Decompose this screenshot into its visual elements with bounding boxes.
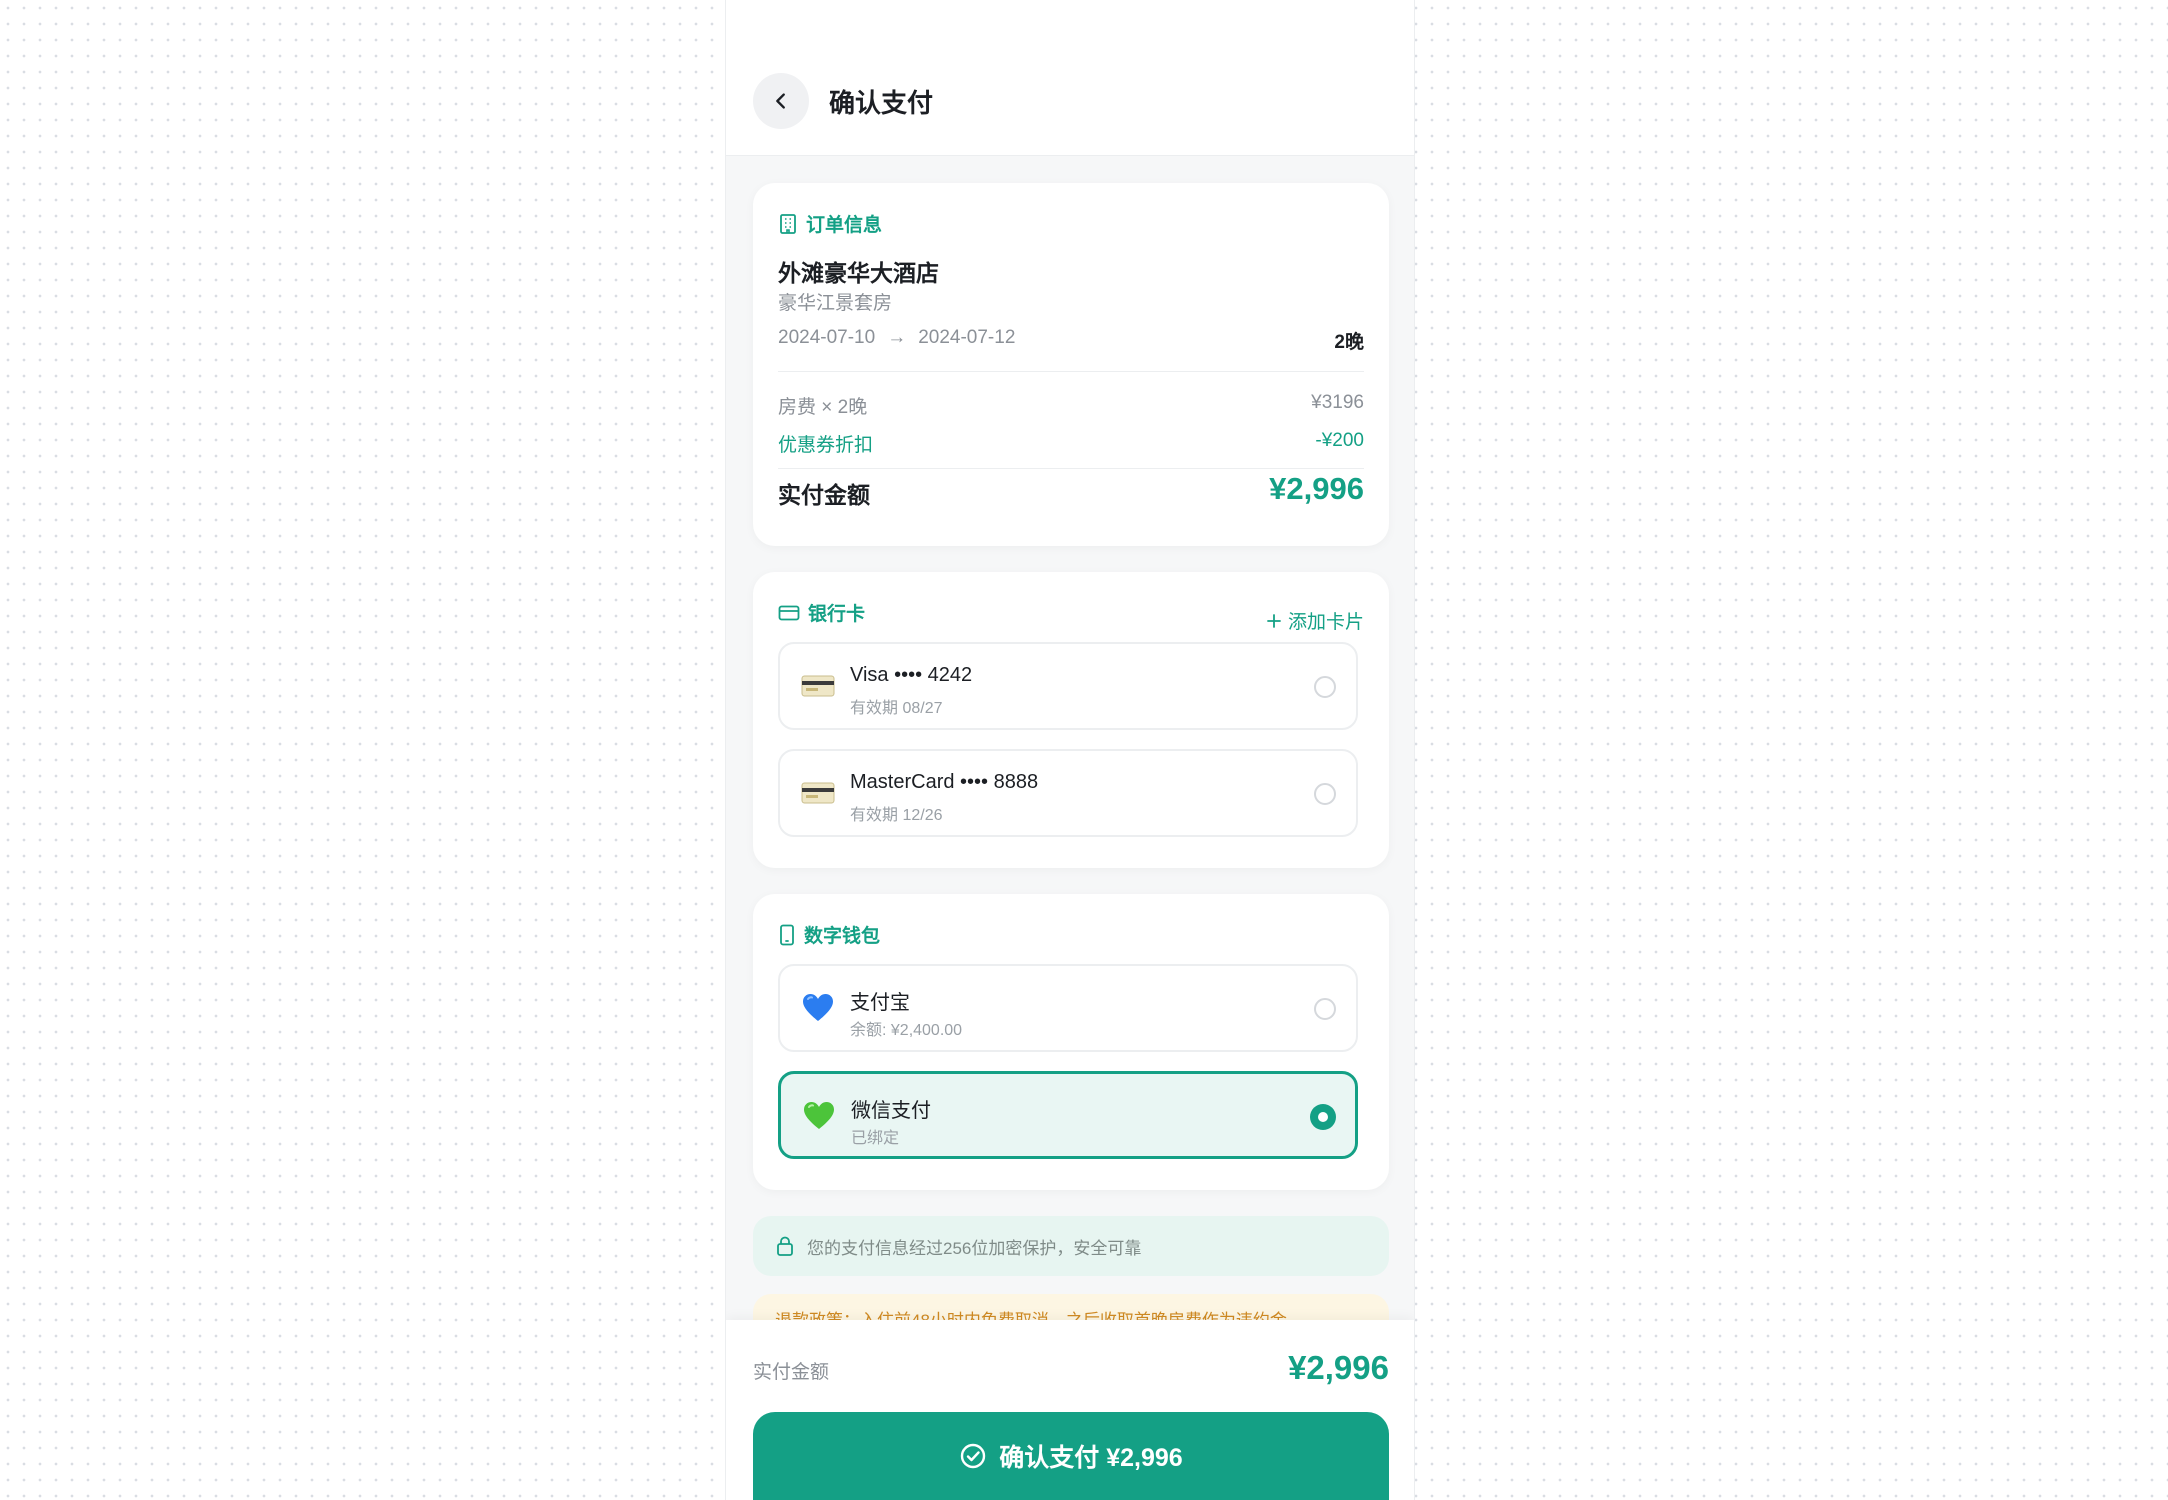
card-expiry: 有效期 08/27: [850, 700, 943, 717]
wallet-name: 微信支付: [851, 1100, 931, 1122]
footer-total-label: 实付金额: [753, 1362, 830, 1383]
wallet-option[interactable]: 支付宝 余额: ¥2,400.00: [778, 964, 1358, 1052]
credit-card-outline-icon: [778, 605, 800, 620]
lock-icon: [777, 1236, 793, 1256]
check-circle-icon: [961, 1443, 986, 1469]
room-fee-row: 房费 × 2晚 ¥3196: [778, 392, 1364, 419]
coupon-value: -¥200: [1315, 430, 1364, 451]
coupon-row: 优惠券折扣 -¥200: [778, 430, 1364, 457]
add-card-label: 添加卡片: [1287, 612, 1364, 633]
wallet-section-title: 数字钱包: [804, 926, 881, 947]
phone-frame: 确认支付 订单信息 外滩豪华大酒店 豪华江景套房 2024-07-10 → 20…: [726, 0, 1414, 1500]
bank-card-option[interactable]: MasterCard •••• 8888 有效期 12/26: [778, 749, 1358, 837]
total-value: ¥2,996: [1269, 471, 1364, 506]
order-info-card: 订单信息 外滩豪华大酒店 豪华江景套房 2024-07-10 → 2024-07…: [753, 183, 1389, 546]
stay-dates: 2024-07-10 → 2024-07-12: [778, 327, 1015, 349]
wallet-balance: 余额: ¥2,400.00: [850, 1022, 963, 1039]
smartphone-icon: [780, 924, 794, 945]
plus-icon: [1267, 613, 1281, 628]
add-card-button[interactable]: 添加卡片: [1266, 607, 1364, 634]
radio-button-checked[interactable]: [1310, 1104, 1336, 1130]
divider: [778, 468, 1364, 469]
wallet-option-selected[interactable]: 微信支付 已绑定: [778, 1071, 1358, 1159]
building-icon: [780, 213, 796, 234]
arrow-right-icon: →: [887, 327, 907, 348]
wallet-status: 已绑定: [851, 1130, 900, 1147]
confirm-pay-label: 确认支付 ¥2,996: [999, 1444, 1183, 1472]
coupon-label: 优惠券折扣: [778, 435, 874, 456]
card-name: Visa •••• 4242: [850, 664, 973, 686]
credit-card-icon: [800, 668, 836, 704]
check-out-date: 2024-07-12: [918, 327, 1016, 348]
wallet-section-header: 数字钱包: [778, 921, 880, 948]
back-button[interactable]: [753, 73, 809, 129]
bank-card-section: 银行卡 添加卡片 Visa •••• 4242 有效期 08/27 Master…: [753, 572, 1389, 868]
order-section-header: 订单信息: [778, 210, 882, 237]
check-in-date: 2024-07-10: [778, 327, 876, 348]
room-fee-value: ¥3196: [1311, 392, 1364, 413]
credit-card-icon: [800, 775, 836, 811]
chevron-left-icon: [776, 93, 785, 109]
digital-wallet-section: 数字钱包 支付宝 余额: ¥2,400.00 微信支付 已绑定: [753, 894, 1389, 1190]
page-header: 确认支付: [726, 0, 1414, 156]
bank-section-header: 银行卡: [778, 599, 865, 626]
nights-count: 2晚: [1334, 332, 1364, 353]
total-label: 实付金额: [778, 482, 870, 508]
hotel-name: 外滩豪华大酒店: [778, 260, 939, 286]
radio-button[interactable]: [1314, 783, 1336, 805]
blue-heart-icon: [800, 990, 836, 1026]
radio-button[interactable]: [1314, 676, 1336, 698]
card-expiry: 有效期 12/26: [850, 807, 943, 824]
card-name: MasterCard •••• 8888: [850, 771, 1039, 793]
divider: [778, 371, 1364, 372]
footer-total-value: ¥2,996: [1288, 1349, 1389, 1386]
room-type: 豪华江景套房: [778, 293, 893, 314]
page-title: 确认支付: [829, 88, 934, 118]
bank-section-title: 银行卡: [808, 604, 866, 625]
security-notice: 您的支付信息经过256位加密保护，安全可靠: [753, 1216, 1389, 1276]
confirm-pay-button[interactable]: 确认支付 ¥2,996: [753, 1412, 1389, 1500]
payment-footer: 实付金额 ¥2,996 确认支付 ¥2,996: [726, 1320, 1414, 1500]
order-section-title: 订单信息: [806, 215, 883, 236]
green-heart-icon: [801, 1098, 837, 1134]
bank-card-option[interactable]: Visa •••• 4242 有效期 08/27: [778, 642, 1358, 730]
room-fee-label: 房费 × 2晚: [778, 397, 868, 418]
radio-button[interactable]: [1314, 998, 1336, 1020]
security-notice-text: 您的支付信息经过256位加密保护，安全可靠: [807, 1238, 1142, 1258]
wallet-name: 支付宝: [850, 992, 910, 1014]
